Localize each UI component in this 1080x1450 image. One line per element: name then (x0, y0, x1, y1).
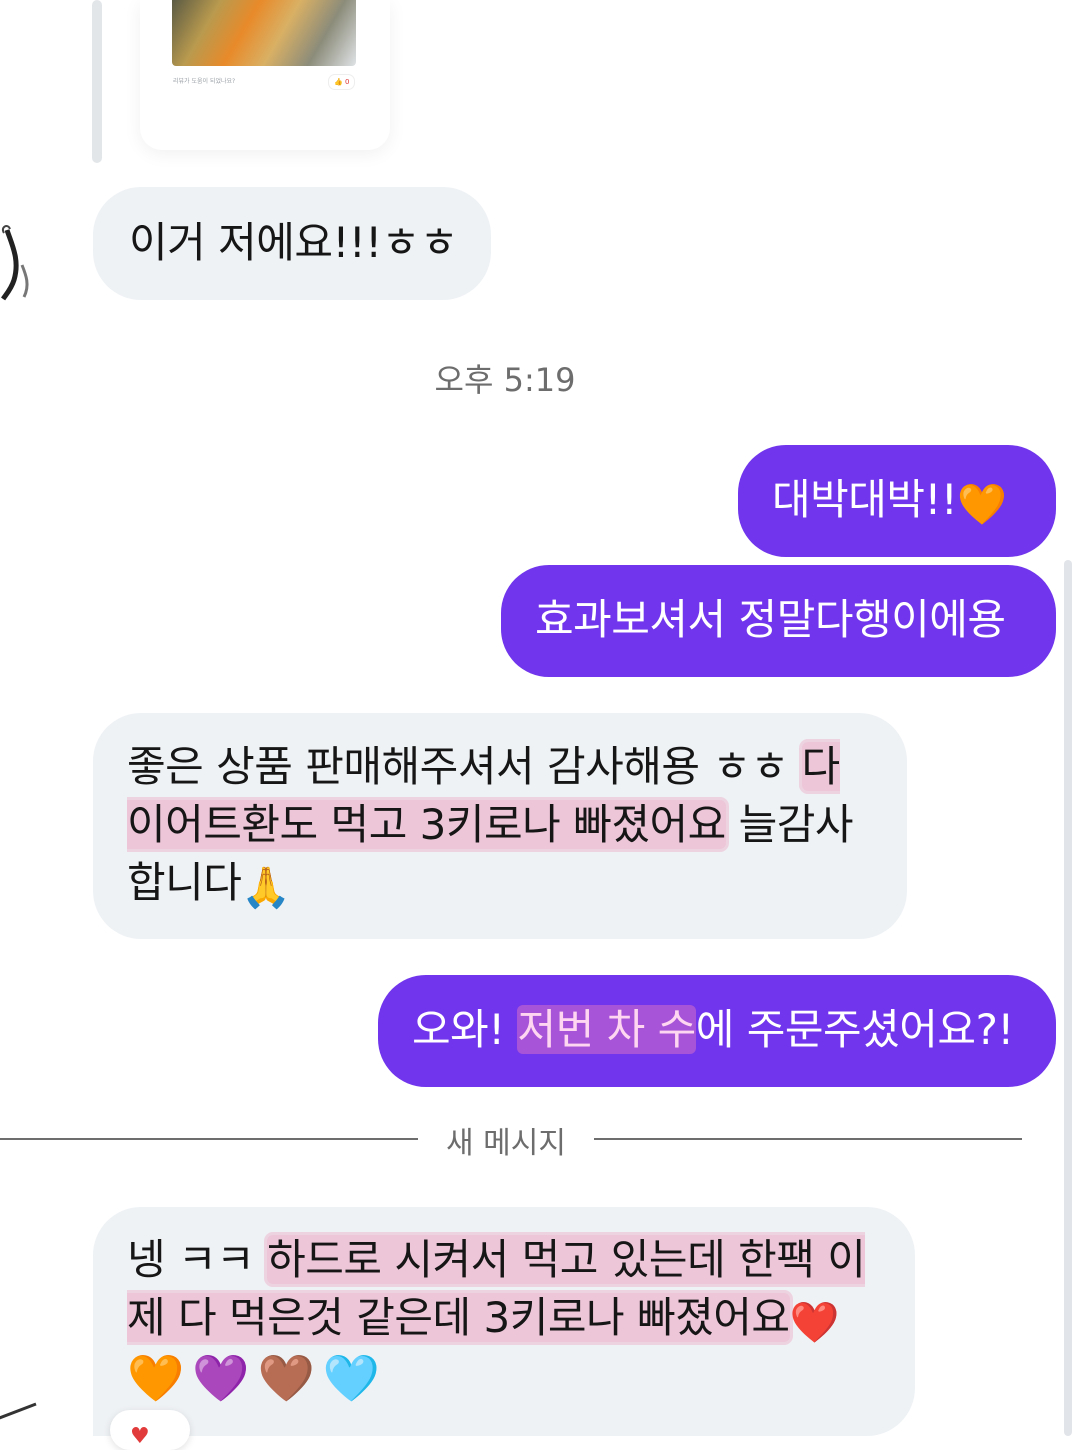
orange-heart-icon: 🧡 (957, 482, 1007, 528)
message-text: 에 주문주셨어요?! (695, 1005, 1014, 1054)
like-count-value: 0 (344, 78, 350, 86)
message-bubble-incoming[interactable]: 넹 ㅋㅋ 하드로 시켜서 먹고 있는데 한팩 이제 다 먹은것 같은데 3키로나… (93, 1207, 915, 1436)
message-text: 오와! (412, 1005, 518, 1054)
message-text: 효과보셔서 정말다행이에용 (535, 595, 1006, 644)
shared-review-card[interactable]: 리뷰가 도움이 되었나요? 👍 0 (140, 0, 390, 150)
review-like-count[interactable]: 👍 0 (328, 74, 356, 90)
new-messages-divider-left (0, 1138, 418, 1140)
new-messages-label: 새 메시지 (446, 1126, 566, 1161)
new-messages-divider-right (594, 1138, 1022, 1140)
message-text: 대박대박!! (772, 475, 958, 524)
reply-quote-bar (92, 0, 102, 163)
message-bubble-incoming[interactable]: 이거 저에요!!!ㅎㅎ (93, 187, 491, 300)
message-text: 넹 ㅋㅋ (127, 1235, 268, 1284)
heart-reaction-icon: ♥ (130, 1424, 150, 1449)
avatar-image (0, 225, 29, 305)
timestamp: 오후 5:19 (434, 361, 576, 399)
highlighted-text: 저번 차 수 (517, 1005, 696, 1054)
review-helpful-caption: 리뷰가 도움이 되었나요? (173, 78, 236, 85)
review-photo-thumbnail (172, 0, 356, 66)
message-bubble-outgoing[interactable]: 대박대박!!🧡 (738, 445, 1056, 557)
heart-emojis-icon: 🧡💜🤎🩵 (127, 1351, 389, 1405)
message-text: 좋은 상품 판매해주셔서 감사해용 ㅎㅎ (127, 742, 802, 791)
red-heart-icon: ❤️ (789, 1300, 840, 1346)
message-bubble-outgoing[interactable]: 오와! 저번 차 수에 주문주셨어요?! (378, 975, 1056, 1087)
message-bubble-outgoing[interactable]: 효과보셔서 정말다행이에용 (501, 565, 1056, 677)
avatar-image (0, 1402, 37, 1420)
scrollbar[interactable] (1064, 560, 1072, 1436)
message-text: 이거 저에요!!!ㅎㅎ (129, 218, 458, 267)
reaction-badge[interactable]: ♥ (110, 1410, 190, 1450)
folded-hands-icon: 🙏 (241, 865, 291, 911)
avatar[interactable] (0, 205, 62, 305)
message-bubble-incoming[interactable]: 좋은 상품 판매해주셔서 감사해용 ㅎㅎ 다이어트환도 먹고 3키로나 빠졌어요… (93, 713, 907, 939)
avatar[interactable] (0, 1390, 50, 1436)
